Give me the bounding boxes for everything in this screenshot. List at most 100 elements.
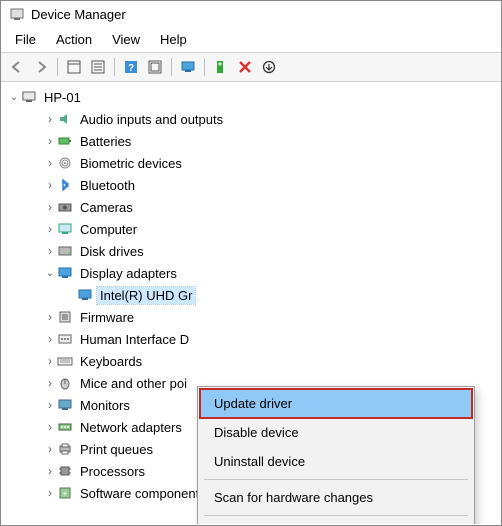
- camera-icon: [57, 199, 73, 215]
- cpu-icon: [57, 463, 73, 479]
- expand-arrow[interactable]: [43, 310, 57, 324]
- expand-arrow[interactable]: [43, 156, 57, 170]
- svg-text:+: +: [63, 489, 68, 498]
- menu-view[interactable]: View: [102, 29, 150, 50]
- node-label: Cameras: [77, 199, 136, 216]
- bluetooth-icon: [57, 177, 73, 193]
- toolbar-separator: [114, 58, 115, 76]
- tree-root[interactable]: HP-01: [7, 86, 501, 108]
- expand-arrow[interactable]: [43, 464, 57, 478]
- tree-node[interactable]: Disk drives: [7, 240, 501, 262]
- mouse-icon: [57, 375, 73, 391]
- tree-node[interactable]: Display adapters: [7, 262, 501, 284]
- monitor-icon: [57, 397, 73, 413]
- expand-arrow[interactable]: [43, 486, 57, 500]
- printer-icon: [57, 441, 73, 457]
- audio-icon: [57, 111, 73, 127]
- ctx-update-driver[interactable]: Update driver: [200, 389, 472, 418]
- node-label: Display adapters: [77, 265, 180, 282]
- hid-icon: [57, 331, 73, 347]
- ctx-properties[interactable]: Properties: [200, 519, 472, 524]
- tree-node[interactable]: Audio inputs and outputs: [7, 108, 501, 130]
- menu-file[interactable]: File: [5, 29, 46, 50]
- help-button[interactable]: ?: [119, 56, 143, 78]
- disk-icon: [57, 243, 73, 259]
- back-button[interactable]: [5, 56, 29, 78]
- menu-bar: File Action View Help: [1, 27, 501, 52]
- expand-arrow[interactable]: [43, 222, 57, 236]
- refresh-button[interactable]: [143, 56, 167, 78]
- menu-help[interactable]: Help: [150, 29, 197, 50]
- window-title: Device Manager: [31, 7, 126, 22]
- tree-node[interactable]: Cameras: [7, 196, 501, 218]
- update-driver-button[interactable]: [209, 56, 233, 78]
- tree-node[interactable]: Batteries: [7, 130, 501, 152]
- expand-arrow[interactable]: [43, 244, 57, 258]
- network-icon: [57, 419, 73, 435]
- node-label: Computer: [77, 221, 140, 238]
- battery-icon: [57, 133, 73, 149]
- node-label: Print queues: [77, 441, 156, 458]
- scan-hardware-button[interactable]: [176, 56, 200, 78]
- expand-arrow[interactable]: [43, 354, 57, 368]
- node-label: Disk drives: [77, 243, 147, 260]
- device-tree[interactable]: HP-01 Audio inputs and outputs Batteries B…: [1, 82, 501, 524]
- fingerprint-icon: [57, 155, 73, 171]
- menu-action[interactable]: Action: [46, 29, 102, 50]
- tree-child-node[interactable]: Intel(R) UHD Gr: [7, 284, 501, 306]
- svg-text:?: ?: [128, 63, 134, 74]
- root-label: HP-01: [41, 89, 84, 106]
- node-label: Keyboards: [77, 353, 145, 370]
- keyboard-icon: [57, 353, 73, 369]
- rollback-button[interactable]: [257, 56, 281, 78]
- tree-node[interactable]: Keyboards: [7, 350, 501, 372]
- ctx-separator: [204, 479, 468, 480]
- tree-node[interactable]: Bluetooth: [7, 174, 501, 196]
- node-label: Human Interface D: [77, 331, 192, 348]
- ctx-uninstall-device[interactable]: Uninstall device: [200, 447, 472, 476]
- node-label: Intel(R) UHD Gr: [97, 287, 195, 304]
- expand-arrow[interactable]: [43, 442, 57, 456]
- title-bar: Device Manager: [1, 1, 501, 27]
- tree-node[interactable]: Human Interface D: [7, 328, 501, 350]
- tree-node[interactable]: Firmware: [7, 306, 501, 328]
- expand-arrow[interactable]: [43, 200, 57, 214]
- properties-button[interactable]: [62, 56, 86, 78]
- node-label: Software components: [77, 485, 209, 502]
- expand-arrow[interactable]: [43, 112, 57, 126]
- context-menu: Update driver Disable device Uninstall d…: [197, 386, 475, 524]
- software-icon: +: [57, 485, 73, 501]
- node-label: Network adapters: [77, 419, 185, 436]
- expand-arrow[interactable]: [43, 376, 57, 390]
- details-button[interactable]: [86, 56, 110, 78]
- node-label: Batteries: [77, 133, 134, 150]
- toolbar-separator: [57, 58, 58, 76]
- expand-arrow[interactable]: [43, 268, 57, 279]
- tree-node[interactable]: Biometric devices: [7, 152, 501, 174]
- expand-arrow[interactable]: [43, 332, 57, 346]
- node-label: Monitors: [77, 397, 133, 414]
- expand-arrow[interactable]: [43, 134, 57, 148]
- toolbar: ?: [1, 52, 501, 82]
- expand-arrow[interactable]: [43, 398, 57, 412]
- toolbar-separator: [204, 58, 205, 76]
- expand-arrow[interactable]: [43, 420, 57, 434]
- app-icon: [9, 6, 25, 22]
- node-label: Processors: [77, 463, 148, 480]
- node-label: Firmware: [77, 309, 137, 326]
- computer-icon: [57, 221, 73, 237]
- firmware-icon: [57, 309, 73, 325]
- ctx-separator: [204, 515, 468, 516]
- computer-icon: [21, 89, 37, 105]
- ctx-disable-device[interactable]: Disable device: [200, 418, 472, 447]
- uninstall-button[interactable]: [233, 56, 257, 78]
- node-label: Bluetooth: [77, 177, 138, 194]
- node-label: Audio inputs and outputs: [77, 111, 226, 128]
- toolbar-separator: [171, 58, 172, 76]
- ctx-scan-hardware[interactable]: Scan for hardware changes: [200, 483, 472, 512]
- node-label: Biometric devices: [77, 155, 185, 172]
- expand-arrow[interactable]: [7, 92, 21, 103]
- tree-node[interactable]: Computer: [7, 218, 501, 240]
- expand-arrow[interactable]: [43, 178, 57, 192]
- forward-button[interactable]: [29, 56, 53, 78]
